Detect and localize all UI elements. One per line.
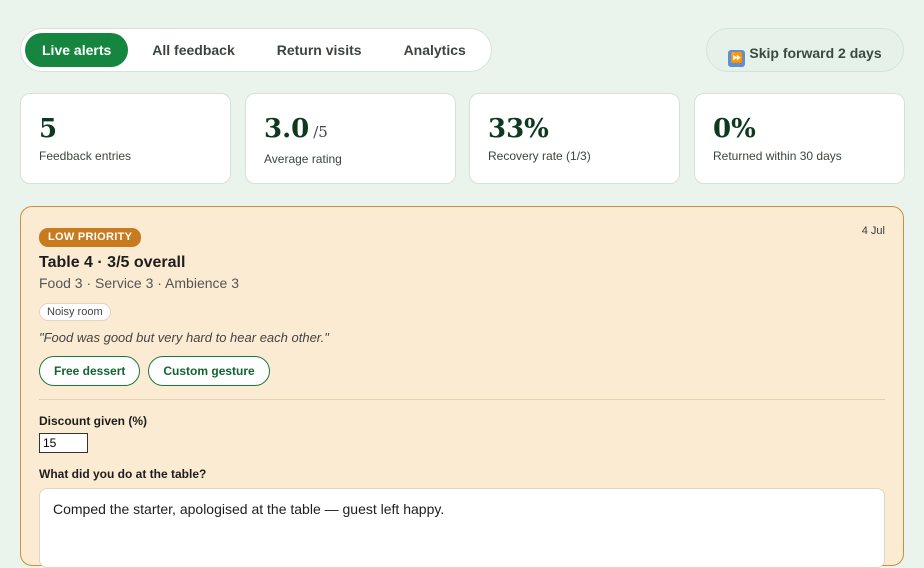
issue-tag: Noisy room xyxy=(39,303,111,321)
stat-value: 33% xyxy=(488,114,549,144)
tab-analytics[interactable]: Analytics xyxy=(383,33,487,67)
skip-forward-button[interactable]: ⏩ Skip forward 2 days xyxy=(706,28,904,72)
skip-forward-label: Skip forward 2 days xyxy=(749,45,882,61)
divider xyxy=(39,399,885,400)
guest-quote: "Food was good but very hard to hear eac… xyxy=(39,330,329,345)
stat-card-returned-30-days: 0% Returned within 30 days xyxy=(694,93,905,184)
alert-title: Table 4 · 3/5 overall xyxy=(39,254,186,271)
stat-card-average-rating: 3.0/5 Average rating xyxy=(245,93,456,184)
stat-card-recovery-rate: 33% Recovery rate (1/3) xyxy=(469,93,680,184)
recovery-actions: Free dessert Custom gesture xyxy=(39,356,885,386)
tab-all-feedback[interactable]: All feedback xyxy=(128,33,255,67)
stat-label: Feedback entries xyxy=(39,149,132,163)
alert-date: 4 Jul xyxy=(861,225,885,237)
priority-badge: LOW PRIORITY xyxy=(39,228,142,247)
stat-value: 0% xyxy=(713,114,756,144)
stat-label: Recovery rate (1/3) xyxy=(488,149,591,163)
note-label: What did you do at the table? xyxy=(39,467,207,481)
stat-value: 3.0/5 xyxy=(264,114,328,144)
stat-label: Average rating xyxy=(264,152,342,166)
stat-value: 5 xyxy=(39,114,58,144)
feedback-alert-card: LOW PRIORITY 4 Jul Table 4 · 3/5 overall… xyxy=(20,206,904,568)
free-dessert-button[interactable]: Free dessert xyxy=(39,356,141,386)
discount-label: Discount given (%) xyxy=(39,414,148,428)
tab-return-visits[interactable]: Return visits xyxy=(256,33,383,67)
table-action-textarea[interactable]: Comped the starter, apologised at the ta… xyxy=(39,488,885,568)
alert-ratings: Food 3 · Service 3 · Ambience 3 xyxy=(39,275,239,291)
main-nav-tabs: Live alerts All feedback Return visits A… xyxy=(20,28,492,72)
stat-card-feedback-entries: 5 Feedback entries xyxy=(20,93,231,184)
discount-input[interactable] xyxy=(39,433,88,453)
fast-forward-icon: ⏩ xyxy=(728,50,746,67)
tab-live-alerts[interactable]: Live alerts xyxy=(25,33,129,67)
stat-label: Returned within 30 days xyxy=(713,149,842,163)
stat-suffix: /5 xyxy=(313,123,328,141)
custom-gesture-button[interactable]: Custom gesture xyxy=(148,356,270,386)
